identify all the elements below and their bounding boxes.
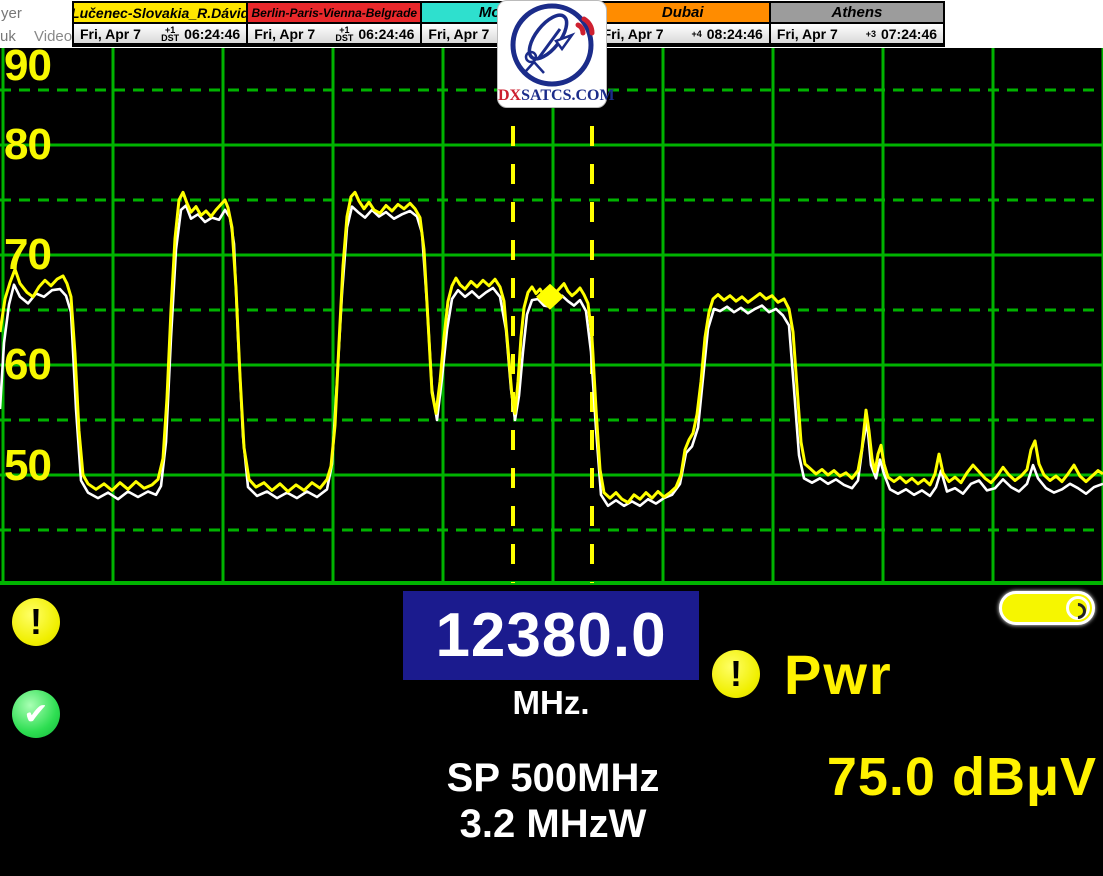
clock-city-label: Lučenec-Slovakia_R.Dávid <box>74 3 246 24</box>
pwr-label-large: Pwr <box>784 642 893 707</box>
clock-tz: +4 <box>692 30 702 38</box>
clock-date: Fri, Apr 7 <box>80 26 141 42</box>
clock-time-row: Fri, Apr 7 +1DST 06:24:46 <box>248 24 420 43</box>
frequency-display[interactable]: 12380.0 <box>403 591 699 680</box>
clock-tz: +1DST <box>335 26 353 42</box>
span-readout: SP 500MHz <box>353 756 753 801</box>
y-tick-70: 70 <box>4 233 51 277</box>
satellite-dish-icon <box>498 1 606 87</box>
browser-text-fragment: yer <box>1 5 22 22</box>
power-toggle-switch[interactable] <box>999 591 1095 625</box>
cn-ok-check-icon: ✔ <box>12 690 60 738</box>
clock-time: 06:24:46 <box>358 26 414 42</box>
clock-date: Fri, Apr 7 <box>603 26 664 42</box>
clock-berlin: Berlin-Paris-Vienna-Belgrade Fri, Apr 7 … <box>248 3 422 45</box>
clock-time: 07:24:46 <box>881 26 937 42</box>
clock-time: 08:24:46 <box>707 26 763 42</box>
dxsatcs-logo: DXSATCS.COM <box>497 0 607 108</box>
clock-time-row: Fri, Apr 7 +1DST 06:24:46 <box>74 24 246 43</box>
y-tick-90: 90 <box>4 44 51 88</box>
clock-city-label: Dubai <box>597 3 769 24</box>
y-tick-50: 50 <box>4 444 51 488</box>
clock-tz: +1DST <box>161 26 179 42</box>
frequency-unit: MHz. <box>403 684 699 722</box>
y-tick-80: 80 <box>4 123 51 167</box>
browser-menu-video[interactable]: Video <box>34 28 72 45</box>
browser-text-fragment: uk <box>0 28 16 45</box>
clock-tz: +3 <box>866 30 876 38</box>
frequency-value: 12380.0 <box>435 600 666 671</box>
clock-athens: Athens Fri, Apr 7 +3 07:24:46 <box>771 3 943 45</box>
clock-city-label: Athens <box>771 3 943 24</box>
browser-window-remnant: yer uk Video <box>0 0 72 48</box>
clock-time-row: Fri, Apr 7 +4 08:24:46 <box>597 24 769 43</box>
clock-time-row: Fri, Apr 7 +3 07:24:46 <box>771 24 943 43</box>
readout-panel: ! Pwr 75.0 dBμV ✔ C/N 19.0 dB 12380.0 MH… <box>0 585 1103 876</box>
pwr-warning-icon: ! <box>12 598 60 646</box>
y-tick-60: 60 <box>4 343 51 387</box>
pwr-warning-icon-large: ! <box>712 650 760 698</box>
toggle-knob-icon <box>1066 596 1090 620</box>
dxsatcs-logo-text: DXSATCS.COM <box>498 87 606 105</box>
spectrum-analyzer-screen: 90 80 70 60 50 yer uk Video Lučenec-Slov… <box>0 0 1103 876</box>
clock-city-label: Berlin-Paris-Vienna-Belgrade <box>248 3 420 24</box>
clock-date: Fri, Apr 7 <box>254 26 315 42</box>
clock-date: Fri, Apr 7 <box>428 26 489 42</box>
clock-time: 06:24:46 <box>184 26 240 42</box>
clock-lucenec: Lučenec-Slovakia_R.Dávid Fri, Apr 7 +1DS… <box>74 3 248 45</box>
clock-dubai: Dubai Fri, Apr 7 +4 08:24:46 <box>597 3 771 45</box>
clock-date: Fri, Apr 7 <box>777 26 838 42</box>
pwr-value-large: 75.0 dBμV <box>827 746 1097 808</box>
bandwidth-readout: 3.2 MHzW <box>353 802 753 847</box>
